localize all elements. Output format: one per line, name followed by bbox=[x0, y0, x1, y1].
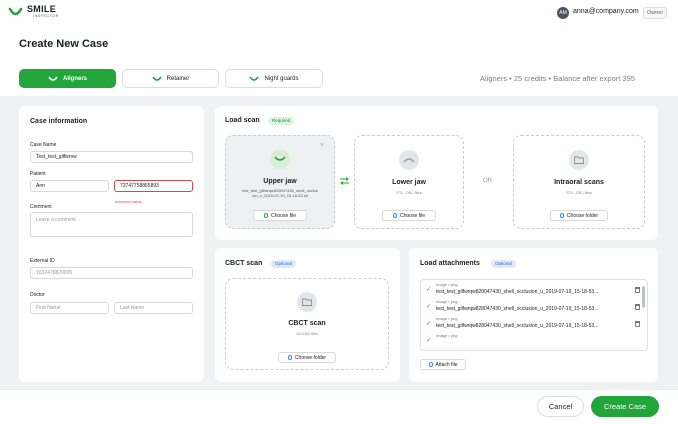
folder-icon bbox=[569, 150, 589, 170]
lower-jaw-subtitle: STL, OBJ files bbox=[396, 190, 422, 195]
tab-label: Aligners bbox=[62, 75, 87, 82]
tab-night-guards[interactable]: Night guards bbox=[225, 69, 323, 88]
role-badge: Owner bbox=[643, 7, 668, 19]
cancel-button[interactable]: Cancel bbox=[537, 396, 584, 417]
button-label: Choose folder bbox=[566, 212, 599, 219]
paperclip-icon bbox=[263, 213, 268, 218]
retainer-icon bbox=[151, 76, 162, 81]
paperclip-icon bbox=[392, 213, 397, 218]
case-name-input[interactable]: Test_test_gilfwrow bbox=[30, 151, 193, 163]
comment-textarea[interactable]: Leave a comment bbox=[30, 212, 193, 237]
attachments-list: ✓ Image • png test_test_gilfwrqw82804743… bbox=[420, 279, 648, 351]
swap-arrows-icon[interactable] bbox=[339, 177, 350, 185]
attachment-meta: Image • png bbox=[436, 282, 458, 287]
button-label: Attach file bbox=[435, 361, 458, 368]
comment-label: Comment bbox=[30, 204, 52, 210]
lower-jaw-title: Lower jaw bbox=[392, 179, 426, 186]
trash-icon[interactable] bbox=[635, 287, 640, 293]
check-icon: ✓ bbox=[426, 338, 432, 344]
button-label: Choose file bbox=[270, 212, 296, 219]
required-badge: Required bbox=[268, 117, 295, 125]
doctor-last-name-input[interactable]: Last Name bbox=[114, 302, 193, 314]
avatar[interactable]: AM bbox=[557, 7, 569, 19]
upper-jaw-title: Upper jaw bbox=[263, 178, 297, 185]
attachment-meta: Image • png bbox=[436, 316, 458, 321]
load-attachments-title: Load attachments bbox=[420, 260, 480, 267]
tab-label: Retainer bbox=[166, 75, 190, 82]
logo-subtitle: INSPECTOR bbox=[33, 14, 59, 18]
check-icon: ✓ bbox=[426, 304, 432, 310]
attachment-name: test_test_gilfwrqw828047430_shell_occlus… bbox=[436, 306, 599, 312]
intraoral-choose-folder-button[interactable]: Choose folder bbox=[550, 210, 608, 221]
intraoral-title: Intraoral scans bbox=[554, 179, 604, 186]
list-item[interactable]: ✓ Image • png test_test_gilfwrqw82804743… bbox=[421, 297, 647, 314]
page-title: Create New Case bbox=[19, 38, 109, 50]
cbct-choose-folder-button[interactable]: Choose folder bbox=[278, 352, 336, 363]
check-icon: ✓ bbox=[426, 321, 432, 327]
paperclip-icon bbox=[287, 355, 292, 360]
tab-retainer[interactable]: Retainer bbox=[122, 69, 219, 88]
patient-error-message: Incorrect name bbox=[115, 199, 142, 204]
jaw-icon bbox=[270, 149, 290, 169]
tab-aligners[interactable]: Aligners bbox=[19, 69, 116, 88]
attach-file-button[interactable]: Attach file bbox=[420, 359, 466, 370]
aligner-icon bbox=[48, 76, 58, 81]
night-guard-icon bbox=[249, 76, 260, 81]
button-label: Choose file bbox=[399, 212, 425, 219]
cbct-dropzone-subtitle: DICOM files bbox=[296, 331, 318, 336]
external-id-input[interactable]: 1032478829005 bbox=[30, 267, 193, 279]
cbct-dropzone-title: CBCT scan bbox=[288, 320, 326, 327]
list-item[interactable]: ✓ Image • png test_test_gilfwrqw82804743… bbox=[421, 280, 647, 297]
or-divider: OR bbox=[483, 178, 492, 184]
doctor-first-name-input[interactable]: First Name bbox=[30, 302, 109, 314]
patient-label: Patient bbox=[30, 171, 46, 177]
user-email[interactable]: anna@company.com bbox=[573, 8, 639, 15]
list-item[interactable]: ✓ Image • png bbox=[421, 331, 647, 348]
external-id-label: External ID bbox=[30, 258, 55, 264]
list-item[interactable]: ✓ Image • png test_test_gilfwrqw82804743… bbox=[421, 314, 647, 331]
optional-badge: Optional bbox=[491, 260, 516, 268]
paperclip-icon bbox=[428, 362, 433, 367]
patient-first-name-input[interactable]: Ann bbox=[30, 180, 109, 192]
doctor-label: Doctor bbox=[30, 292, 45, 298]
lower-jaw-choose-file-button[interactable]: Choose file bbox=[382, 210, 436, 221]
attachment-name: test_test_gilfwrqw828047430_shell_occlus… bbox=[436, 289, 599, 295]
trash-icon[interactable] bbox=[635, 321, 640, 327]
attachment-meta: Image • png bbox=[436, 333, 458, 338]
folder-icon bbox=[297, 292, 317, 312]
filename-line: ion_u_2019-07-19_15-18-52.stl bbox=[252, 193, 308, 198]
cbct-scan-title: CBCT scan bbox=[225, 260, 263, 267]
logo-icon bbox=[8, 7, 23, 16]
credits-summary: Aligners • 25 credits • Balance after ex… bbox=[480, 74, 635, 83]
optional-badge: Optional bbox=[271, 260, 296, 268]
trash-icon[interactable] bbox=[635, 304, 640, 310]
upper-jaw-filename: test_test_gilfwrqw828047430_shell_occlus… bbox=[227, 188, 333, 198]
create-case-button[interactable]: Create Case bbox=[591, 396, 659, 417]
intraoral-subtitle: STL, OBJ files bbox=[566, 190, 592, 195]
close-icon[interactable]: × bbox=[320, 142, 324, 149]
attachment-name: test_test_gilfwrqw828047430_shell_occlus… bbox=[436, 323, 599, 329]
load-scan-title: Load scan bbox=[225, 117, 260, 124]
check-icon: ✓ bbox=[426, 287, 432, 293]
attachments-scrollbar[interactable] bbox=[642, 286, 645, 308]
patient-last-name-input[interactable]: 73747758865893 bbox=[114, 180, 193, 192]
case-information-title: Case information bbox=[30, 118, 88, 125]
attachment-meta: Image • png bbox=[436, 299, 458, 304]
jaw-icon bbox=[399, 150, 419, 170]
upper-jaw-choose-file-button[interactable]: Choose file bbox=[253, 210, 307, 221]
paperclip-icon bbox=[559, 213, 564, 218]
case-name-label: Case Name bbox=[30, 142, 57, 148]
logo-text: SMILE bbox=[27, 4, 57, 14]
button-label: Choose folder bbox=[294, 354, 327, 361]
tab-label: Night guards bbox=[264, 75, 299, 82]
